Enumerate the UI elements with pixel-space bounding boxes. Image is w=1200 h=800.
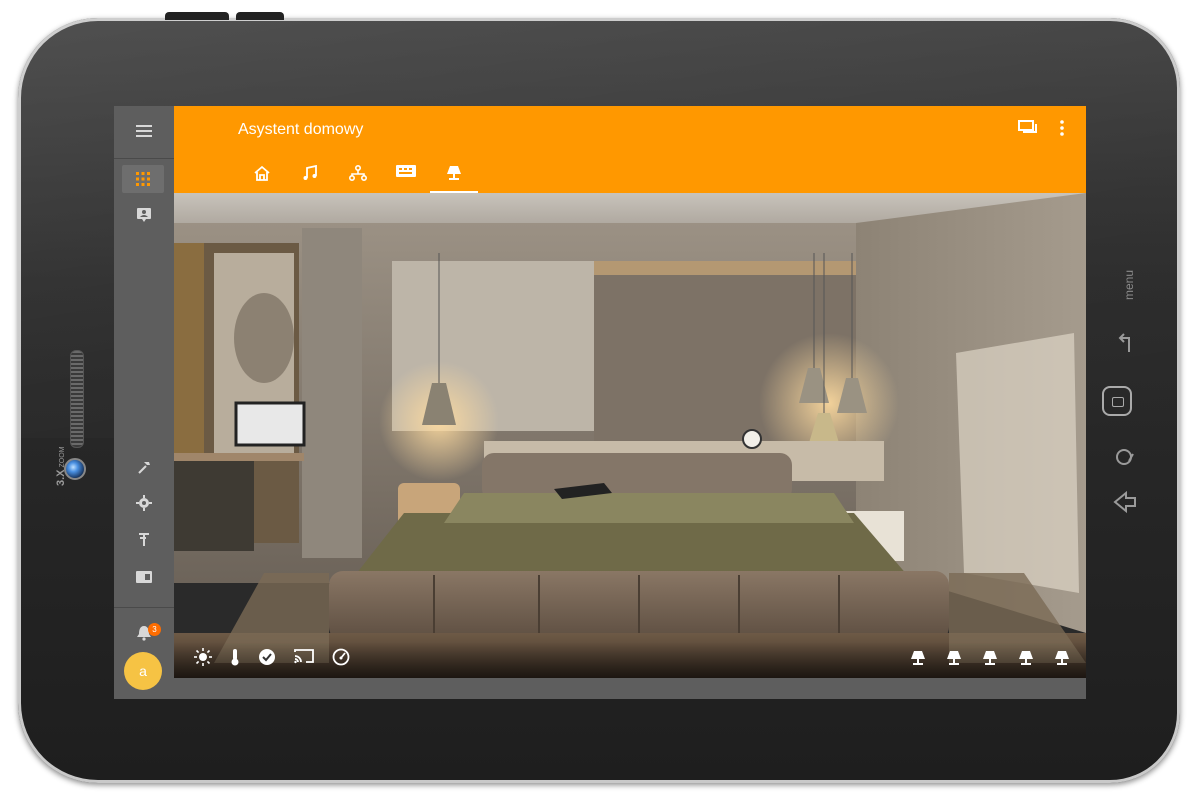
sidebar-divider — [114, 158, 174, 159]
thermometer-icon[interactable] — [230, 648, 240, 671]
tab-remote[interactable] — [382, 158, 430, 193]
hamburger-menu-icon[interactable] — [114, 114, 174, 148]
brightness-icon[interactable] — [194, 648, 212, 671]
bell-icon[interactable] — [114, 616, 174, 650]
avatar[interactable]: a — [124, 652, 162, 690]
tab-home[interactable] — [238, 158, 286, 193]
cast-icon[interactable] — [294, 648, 314, 671]
more-vert-icon[interactable] — [1060, 120, 1064, 141]
bottom-strip — [174, 678, 1086, 699]
remote-control-icon — [396, 165, 416, 177]
card-icon[interactable] — [114, 560, 174, 594]
speedometer-icon[interactable] — [332, 648, 350, 671]
bedroom-image — [174, 193, 1086, 678]
search-icon[interactable] — [1114, 446, 1136, 472]
lamp-icon — [447, 166, 461, 180]
toolbar-right — [910, 650, 1070, 671]
chat-icon[interactable] — [1018, 120, 1038, 141]
volume-button[interactable] — [236, 12, 284, 20]
tab-lighting[interactable] — [430, 158, 478, 193]
appbar-actions — [1018, 120, 1064, 141]
menu-label: menu — [1122, 269, 1136, 300]
hammer-icon[interactable] — [114, 450, 174, 484]
lamp-icon[interactable] — [1054, 650, 1070, 671]
lamp-icon[interactable] — [982, 650, 998, 671]
device-screen: 3 a Asystent domowy — [114, 106, 1086, 699]
sidebar: 3 a — [114, 106, 174, 699]
nav-back-triangle-icon[interactable] — [1112, 490, 1138, 518]
speaker-grille — [70, 350, 84, 448]
lamp-icon[interactable] — [1018, 650, 1034, 671]
music-note-icon — [303, 165, 317, 180]
room-toolbar — [174, 642, 1086, 678]
antenna-icon[interactable] — [114, 522, 174, 556]
check-circle-icon[interactable] — [258, 648, 276, 671]
lamp-icon[interactable] — [910, 650, 926, 671]
zoom-label: 3.XZOOM — [55, 446, 67, 486]
lamp-icon[interactable] — [946, 650, 962, 671]
toolbar-left — [194, 648, 350, 671]
sidebar-divider — [114, 607, 174, 608]
home-icon — [254, 165, 270, 181]
account-box-icon[interactable] — [114, 198, 174, 232]
app-bar: Asystent domowy — [174, 106, 1086, 193]
room-view — [174, 193, 1086, 678]
apps-grid-icon[interactable] — [122, 165, 164, 193]
tab-network[interactable] — [334, 158, 382, 193]
notification-badge: 3 — [148, 623, 161, 636]
home-hardware-button[interactable] — [1102, 386, 1132, 416]
tab-music[interactable] — [286, 158, 334, 193]
tab-bar — [238, 158, 478, 193]
page-title: Asystent domowy — [238, 121, 364, 138]
back-arrow-icon[interactable] — [1115, 332, 1135, 358]
network-icon — [349, 165, 367, 181]
gear-icon[interactable] — [114, 486, 174, 520]
power-button[interactable] — [165, 12, 229, 20]
camera-icon — [64, 458, 86, 480]
